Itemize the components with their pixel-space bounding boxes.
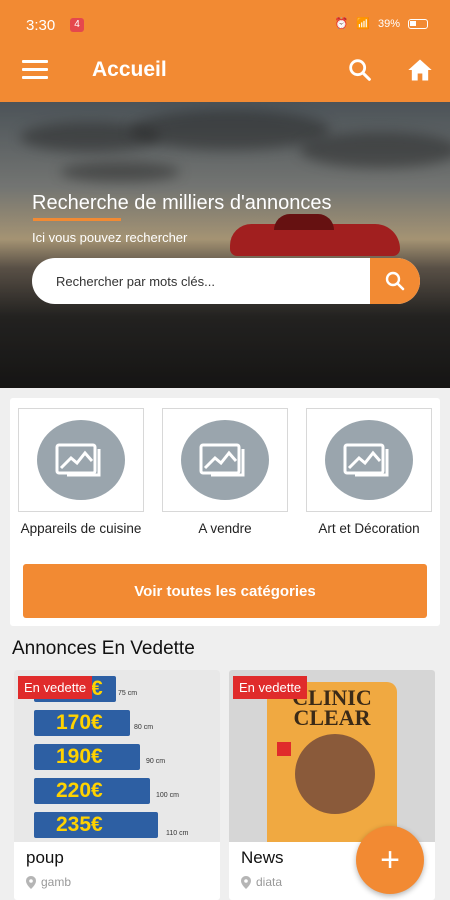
category-image (18, 408, 144, 512)
hero-subtitle: Ici vous pouvez rechercher (32, 230, 188, 245)
battery-level: 39% (377, 17, 400, 30)
image-placeholder-icon (199, 443, 245, 477)
page-title: Accueil (92, 58, 167, 81)
hero-title: Recherche de milliers d'annonces (32, 192, 332, 214)
top-bar: 3:30 4 ⏰ 📶 39% Accueil (0, 0, 450, 102)
search-icon (385, 271, 405, 291)
hero-banner: Recherche de milliers d'annonces Ici vou… (0, 102, 450, 388)
ad-location: diata (241, 875, 282, 889)
category-label: Appareils de cuisine (20, 521, 142, 536)
notification-badge: 4 (70, 18, 84, 32)
ad-location-text: diata (256, 875, 283, 889)
category-label: A vendre (198, 521, 252, 536)
category-item[interactable]: Art et Décoration (306, 408, 432, 537)
ad-card[interactable]: 150€ 170€ 190€ 220€ 235€ 75 cm 80 cm 90 … (14, 670, 220, 900)
status-icons: ⏰ 📶 39% (335, 17, 428, 30)
wifi-icon: 📶 (356, 18, 370, 30)
menu-icon[interactable] (22, 60, 48, 80)
search-input[interactable] (32, 258, 368, 304)
all-categories-button[interactable]: Voir toutes les catégories (23, 564, 427, 618)
category-item[interactable]: Appareils de cuisine (18, 408, 144, 537)
featured-badge: En vedette (18, 676, 93, 699)
battery-icon (408, 18, 428, 29)
category-label: Art et Décoration (318, 521, 420, 536)
categories-card: Appareils de cuisine A vendre Art et Déc… (10, 398, 440, 626)
featured-section-title: Annonces En Vedette (12, 638, 195, 659)
search-icon[interactable] (346, 56, 374, 84)
search-button[interactable] (370, 258, 420, 304)
search-box (32, 258, 420, 304)
status-time: 3:30 (26, 17, 56, 34)
home-icon[interactable] (406, 56, 434, 84)
ad-location: gamb (26, 875, 71, 889)
ad-title: News (241, 848, 284, 867)
category-image (306, 408, 432, 512)
alarm-icon: ⏰ (334, 18, 349, 30)
title-underline (33, 218, 121, 221)
location-pin-icon (26, 875, 36, 889)
add-ad-button[interactable]: + (356, 826, 424, 894)
image-placeholder-icon (55, 443, 101, 477)
image-placeholder-icon (343, 443, 389, 477)
category-item[interactable]: A vendre (162, 408, 288, 537)
location-pin-icon (241, 875, 251, 889)
ad-location-text: gamb (41, 875, 72, 889)
category-image (162, 408, 288, 512)
app-bar: Accueil (0, 48, 450, 102)
featured-badge: En vedette (233, 676, 308, 699)
ad-title: poup (26, 848, 64, 867)
status-bar: 3:30 4 ⏰ 📶 39% (0, 0, 450, 48)
